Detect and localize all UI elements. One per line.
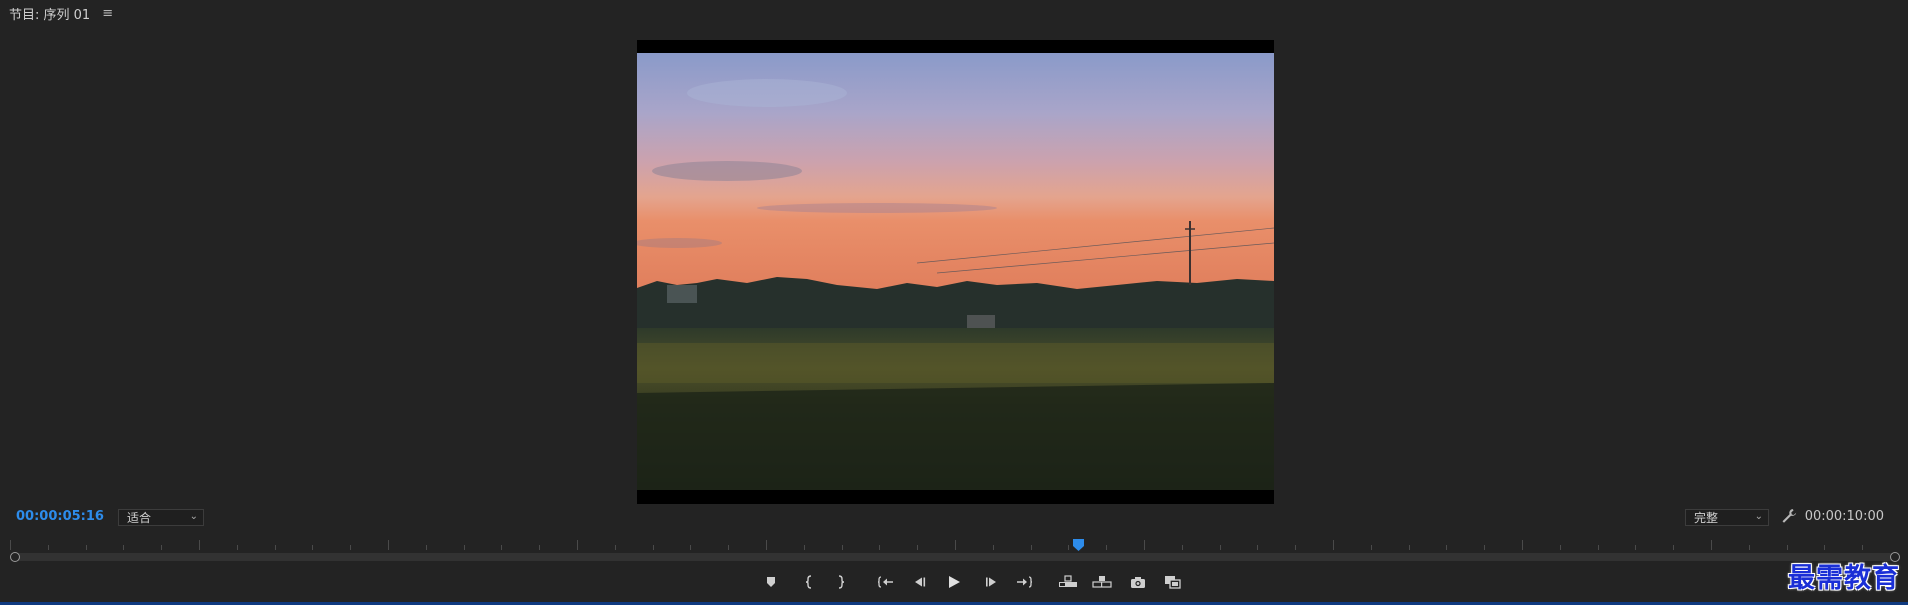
chevron-down-icon: ⌄ [1754,511,1763,522]
zoom-scrollbar[interactable] [14,553,1894,561]
watermark-logo: 最需教育 [1788,563,1900,594]
ruler-tick [1522,540,1523,550]
ruler-tick [879,545,880,550]
time-ruler[interactable] [10,538,1898,550]
panel-title[interactable]: 节目: 序列 01 [9,4,90,23]
panel-header: 节目: 序列 01 ≡ [0,0,1908,26]
export-frame-icon [1131,576,1145,588]
extract-icon [1092,576,1112,588]
add-marker-button[interactable] [760,571,782,593]
go-to-in-icon [877,576,893,588]
ruler-tick [1182,545,1183,550]
ruler-tick [1673,545,1674,550]
ruler-tick [199,540,200,550]
playback-resolution-select[interactable]: 完整 ⌄ [1685,509,1769,526]
ruler-tick [690,545,691,550]
ruler-tick [1371,545,1372,550]
ruler-tick [1560,545,1561,550]
play-button[interactable] [943,571,965,593]
lift-button[interactable] [1057,571,1079,593]
ruler-tick [1031,545,1032,550]
comparison-view-button[interactable] [1162,571,1184,593]
ruler-tick [1333,540,1334,550]
mark-in-button[interactable] [798,571,820,593]
mark-out-icon [838,575,845,589]
ruler-tick [1220,545,1221,550]
ruler-tick [10,540,11,550]
ruler-tick [86,545,87,550]
ruler-tick [161,545,162,550]
ruler-tick [1598,545,1599,550]
ruler-tick [804,545,805,550]
total-duration: 00:00:10:00 [1804,509,1884,524]
ruler-tick [275,545,276,550]
playhead-marker[interactable] [1072,537,1086,551]
comparison-view-icon [1165,575,1181,589]
ruler-tick [1862,545,1863,550]
playback-resolution-value: 完整 [1694,511,1719,525]
ruler-tick [842,545,843,550]
step-forward-button[interactable] [980,571,1002,593]
zoom-level-select[interactable]: 适合 ⌄ [118,509,204,526]
wrench-icon[interactable] [1780,507,1798,525]
lift-icon [1059,575,1077,587]
mark-in-icon [805,575,812,589]
ruler-tick [48,545,49,550]
go-to-out-button[interactable] [1013,571,1035,593]
ruler-tick [1295,545,1296,550]
ruler-tick [1635,545,1636,550]
transport-controls [0,571,1908,593]
ruler-tick [1484,545,1485,550]
ruler-tick [426,545,427,550]
ruler-tick [1749,545,1750,550]
current-timecode[interactable]: 00:00:05:16 [16,509,104,524]
ruler-tick [1068,545,1069,550]
play-icon [949,576,960,588]
mark-out-button[interactable] [830,571,852,593]
ruler-tick [917,545,918,550]
ruler-tick [577,540,578,550]
zoom-level-value: 适合 [127,511,152,525]
step-back-icon [915,577,926,587]
panel-menu-icon[interactable]: ≡ [102,6,113,21]
go-to-out-icon [1017,576,1033,588]
ruler-tick [123,545,124,550]
ruler-tick [615,545,616,550]
ruler-tick [1257,545,1258,550]
ruler-tick [653,545,654,550]
ruler-tick [464,545,465,550]
ruler-tick [1409,545,1410,550]
ruler-tick [237,545,238,550]
chevron-down-icon: ⌄ [189,511,198,522]
ruler-tick [388,540,389,550]
scrollbar-left-handle[interactable] [10,552,20,562]
ruler-tick [1787,545,1788,550]
ruler-tick [1446,545,1447,550]
ruler-tick [955,540,956,550]
ruler-tick [1144,540,1145,550]
ruler-tick [993,545,994,550]
program-monitor-video[interactable] [637,40,1274,504]
step-back-button[interactable] [909,571,931,593]
ruler-tick [1711,540,1712,550]
video-frame-image [637,53,1274,490]
extract-button[interactable] [1091,571,1113,593]
ruler-tick [728,545,729,550]
ruler-tick [312,545,313,550]
export-frame-button[interactable] [1127,571,1149,593]
add-marker-icon [767,577,775,587]
go-to-in-button[interactable] [875,571,897,593]
ruler-tick [766,540,767,550]
ruler-tick [350,545,351,550]
ruler-tick [1824,545,1825,550]
step-forward-icon [986,577,996,587]
ruler-tick [1106,545,1107,550]
ruler-tick [539,545,540,550]
ruler-tick [501,545,502,550]
